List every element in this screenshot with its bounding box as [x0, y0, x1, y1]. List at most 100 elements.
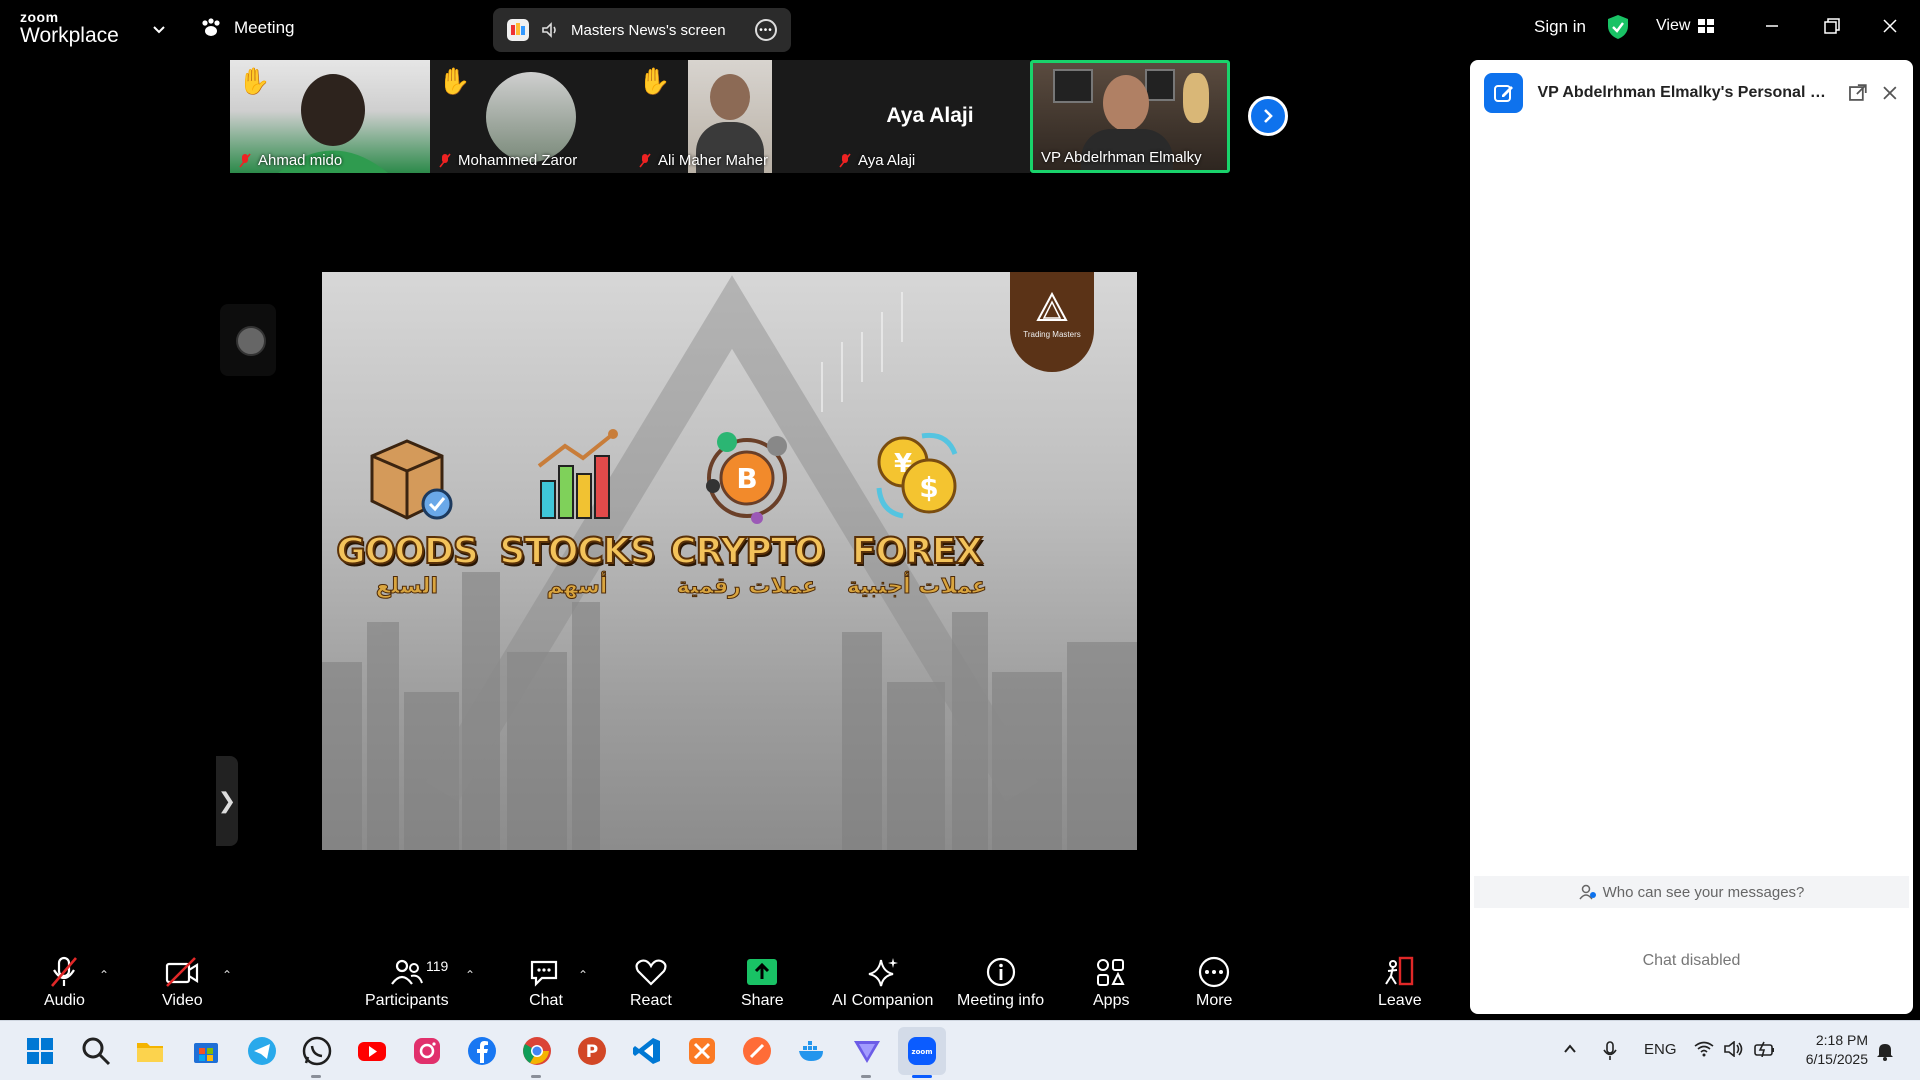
- audio-options-caret[interactable]: ⌃: [99, 968, 109, 982]
- language-indicator[interactable]: ENG: [1644, 1041, 1677, 1058]
- search-icon[interactable]: [80, 1035, 112, 1067]
- leave-button[interactable]: Leave: [1378, 956, 1422, 1010]
- docker-icon[interactable]: [796, 1035, 828, 1067]
- bar-chart-icon: [537, 429, 618, 519]
- view-button[interactable]: View: [1656, 17, 1715, 35]
- xampp-icon[interactable]: [686, 1035, 718, 1067]
- mic-muted-icon: [239, 153, 251, 167]
- participant-video-frame: [1103, 75, 1149, 131]
- show-hidden-icons-icon[interactable]: [1562, 1041, 1578, 1057]
- participant-tile-aya[interactable]: Aya Alaji Aya Alaji: [830, 60, 1030, 173]
- view-label: View: [1656, 17, 1691, 34]
- react-button[interactable]: React: [630, 956, 672, 1010]
- more-options-icon[interactable]: •••: [755, 19, 777, 41]
- encryption-shield-icon[interactable]: [1606, 14, 1630, 40]
- apps-icon: [1097, 959, 1125, 986]
- file-explorer-icon[interactable]: [134, 1035, 166, 1067]
- start-icon[interactable]: [24, 1035, 56, 1067]
- zoom-icon[interactable]: zoom: [906, 1035, 938, 1067]
- raised-hand-icon: ✋: [238, 66, 271, 96]
- battery-charging-icon[interactable]: [1754, 1041, 1776, 1057]
- participants-icon: [390, 959, 423, 985]
- vscode-icon[interactable]: [631, 1035, 663, 1067]
- video-off-icon: [166, 957, 199, 987]
- chevron-down-icon[interactable]: [150, 20, 168, 38]
- chat-title: VP Abdelrhman Elmalky's Personal M...: [1537, 84, 1834, 101]
- video-button[interactable]: Video: [162, 956, 203, 1010]
- meeting-toolbar: Audio ⌃ Video ⌃ Participants 119 ⌃ Chat …: [0, 946, 1460, 1020]
- speaker-icon[interactable]: [541, 21, 559, 39]
- trading-masters-logo: Trading Masters: [1010, 272, 1094, 372]
- running-indicator: [531, 1075, 541, 1078]
- volume-icon[interactable]: [1724, 1041, 1744, 1057]
- compose-icon[interactable]: [1484, 73, 1524, 113]
- person-privacy-icon: [1579, 884, 1596, 900]
- meeting-info-button[interactable]: Meeting info: [957, 956, 1044, 1010]
- facebook-icon[interactable]: [466, 1035, 498, 1067]
- close-chat-icon[interactable]: [1881, 84, 1899, 102]
- presentation-slide: Trading Masters GOODS السلع STOCKS أسهم …: [322, 272, 1137, 850]
- powerpoint-icon[interactable]: P: [576, 1035, 608, 1067]
- who-can-see-messages-link[interactable]: Who can see your messages?: [1474, 876, 1909, 908]
- vpn-icon[interactable]: [851, 1035, 883, 1067]
- participant-tile-vp-abdelrhman[interactable]: VP Abdelrhman Elmalky: [1030, 60, 1230, 173]
- chat-bubble-icon: [530, 960, 558, 987]
- meeting-menu[interactable]: Meeting: [200, 18, 294, 38]
- screen-share-indicator[interactable]: Masters News's screen •••: [493, 8, 791, 52]
- audio-button[interactable]: Audio: [44, 956, 85, 1010]
- category-title: GOODS: [335, 530, 480, 573]
- restore-icon[interactable]: [1820, 14, 1844, 38]
- participant-name: Ali Maher Maher: [638, 152, 768, 169]
- participant-tile-ali[interactable]: ✋ Ali Maher Maher: [630, 60, 830, 173]
- svg-text:zoom: zoom: [912, 1048, 933, 1056]
- raised-hand-icon: ✋: [638, 66, 671, 96]
- expand-panel-toggle[interactable]: ❯: [216, 756, 238, 846]
- recording-indicator[interactable]: [220, 304, 276, 376]
- telegram-icon[interactable]: [246, 1035, 278, 1067]
- brand-workplace: Workplace: [20, 24, 119, 47]
- sign-in-link[interactable]: Sign in: [1534, 17, 1586, 37]
- meeting-label: Meeting: [234, 18, 295, 37]
- chrome-icon[interactable]: [521, 1035, 553, 1067]
- participant-name: Mohammed Zaror: [438, 152, 577, 169]
- system-clock[interactable]: 2:18 PM 6/15/2025: [1794, 1031, 1868, 1069]
- pop-out-icon[interactable]: [1848, 83, 1868, 103]
- apps-button[interactable]: Apps: [1093, 956, 1129, 1010]
- ai-companion-button[interactable]: AI Companion: [832, 956, 933, 1010]
- windows-taskbar: P zoom ENG 2:18 PM 6/15/2025: [0, 1020, 1920, 1080]
- participants-options-caret[interactable]: ⌃: [465, 968, 475, 982]
- heart-icon: [635, 959, 667, 986]
- chat-panel: VP Abdelrhman Elmalky's Personal M... Wh…: [1470, 60, 1913, 1014]
- whatsapp-icon[interactable]: [301, 1035, 333, 1067]
- grid-view-icon: [1698, 19, 1715, 33]
- microphone-icon[interactable]: [1602, 1041, 1618, 1061]
- youtube-icon[interactable]: [356, 1035, 388, 1067]
- category-title-arabic: عملات أجنبية: [847, 574, 988, 600]
- participant-display-name: Aya Alaji: [886, 104, 974, 127]
- chat-button[interactable]: Chat: [528, 956, 564, 1010]
- share-button[interactable]: Share: [741, 956, 784, 1010]
- video-options-caret[interactable]: ⌃: [222, 968, 232, 982]
- shared-screen-area: ❯ Trading Masters GOODS السلع STOCKS أسه…: [216, 176, 1243, 946]
- instagram-icon[interactable]: [411, 1035, 443, 1067]
- participant-tile-ahmad[interactable]: ✋ Ahmad mido: [230, 60, 430, 173]
- notification-bell-icon[interactable]: [1876, 1041, 1894, 1061]
- chat-options-caret[interactable]: ⌃: [578, 968, 588, 982]
- participant-tile-mohammed[interactable]: ✋ Mohammed Zaror: [430, 60, 630, 173]
- minimize-icon[interactable]: [1760, 14, 1784, 38]
- participant-avatar: [486, 72, 576, 162]
- zoom-workplace-logo[interactable]: zoom Workplace: [20, 10, 119, 46]
- wifi-icon[interactable]: [1694, 1041, 1714, 1057]
- category-title: FOREX: [851, 530, 984, 573]
- svg-text:B: B: [736, 462, 757, 495]
- leave-door-icon: [1384, 956, 1413, 986]
- participant-video-strip: ✋ Ahmad mido ✋ Mohammed Zaror ✋ Ali Mahe…: [230, 60, 1230, 174]
- microsoft-store-icon[interactable]: [190, 1035, 222, 1067]
- category-title-arabic: أسهم: [546, 574, 608, 600]
- postman-icon[interactable]: [741, 1035, 773, 1067]
- mic-muted-icon: [439, 153, 451, 167]
- next-page-button[interactable]: [1248, 96, 1288, 136]
- close-icon[interactable]: [1878, 14, 1902, 38]
- more-button[interactable]: More: [1196, 956, 1232, 1010]
- bitcoin-icon: B: [706, 432, 787, 524]
